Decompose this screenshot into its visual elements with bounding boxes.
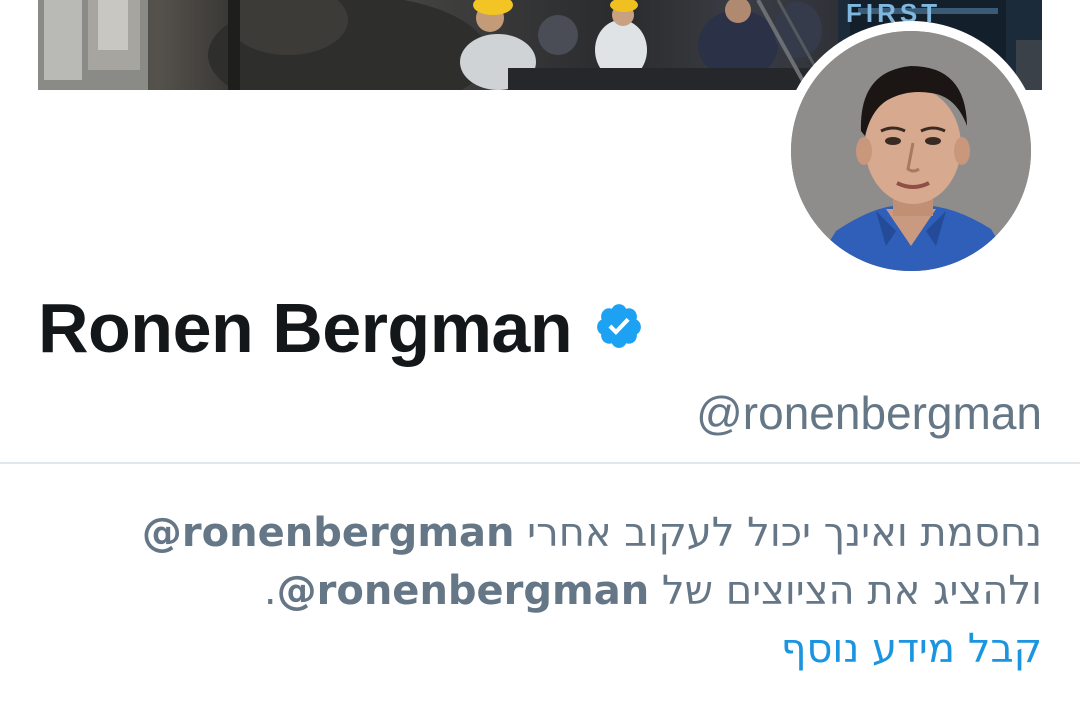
learn-more-link[interactable]: קבל מידע נוסף	[781, 620, 1042, 678]
profile-page: FIRST Ronen Bergman @ronenbergman נחסמת …	[0, 0, 1080, 705]
blocked-notice-line-2: ולהציג את הציוצים של @ronenbergman.	[82, 562, 1042, 620]
profile-handle: @ronenbergman	[696, 387, 1042, 439]
blocked-text-1: נחסמת ואינך יכול לעקוב אחרי	[514, 510, 1042, 556]
avatar-photo	[791, 31, 1031, 271]
blocked-text-2: ולהציג את הציוצים של	[649, 568, 1042, 614]
blocked-handle-1: @ronenbergman	[141, 510, 515, 556]
profile-avatar[interactable]	[781, 21, 1041, 281]
blocked-text-end: .	[263, 568, 277, 614]
profile-display-name: Ronen Bergman	[38, 289, 573, 367]
profile-name-row: Ronen Bergman	[38, 288, 644, 368]
blocked-notice: נחסמת ואינך יכול לעקוב אחרי @ronenbergma…	[82, 504, 1042, 678]
section-divider	[0, 462, 1080, 464]
blocked-notice-line-1: נחסמת ואינך יכול לעקוב אחרי @ronenbergma…	[82, 504, 1042, 562]
verified-badge-icon	[597, 304, 641, 348]
blocked-handle-2: @ronenbergman	[276, 568, 650, 614]
